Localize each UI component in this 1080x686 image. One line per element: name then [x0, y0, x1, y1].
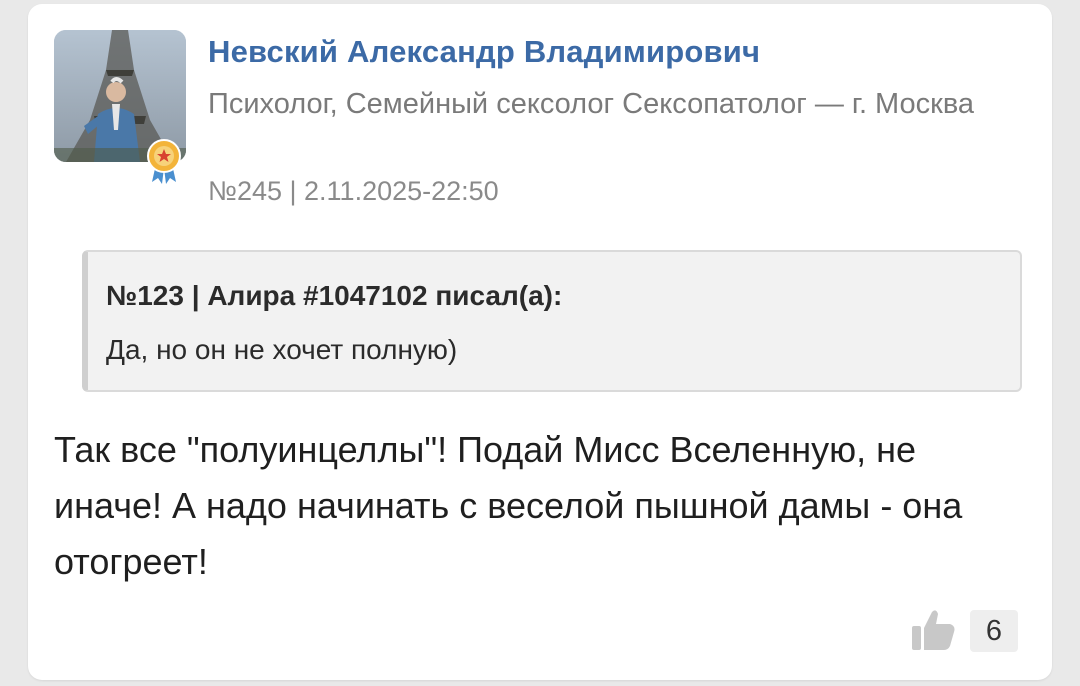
thumbs-up-icon[interactable]: [910, 608, 956, 652]
quote-text: Да, но он не хочет полную): [106, 334, 458, 365]
post-meta: №245 | 2.11.2025-22:50: [208, 176, 499, 206]
quote-block: №123 | Алира #1047102 писал(а): Да, но о…: [82, 250, 1022, 392]
author-role: Психолог, Семейный сексолог Сексопатолог…: [208, 88, 975, 120]
award-badge-icon: [147, 139, 181, 184]
like-count: 6: [970, 610, 1018, 652]
post-body: Так все "полуинцеллы"! Подай Мисс Вселен…: [54, 429, 963, 582]
post-card: Невский Александр Владимирович Психолог,…: [28, 4, 1052, 680]
quote-header: №123 | Алира #1047102 писал(а):: [106, 280, 563, 311]
author-name-link[interactable]: Невский Александр Владимирович: [208, 34, 760, 70]
